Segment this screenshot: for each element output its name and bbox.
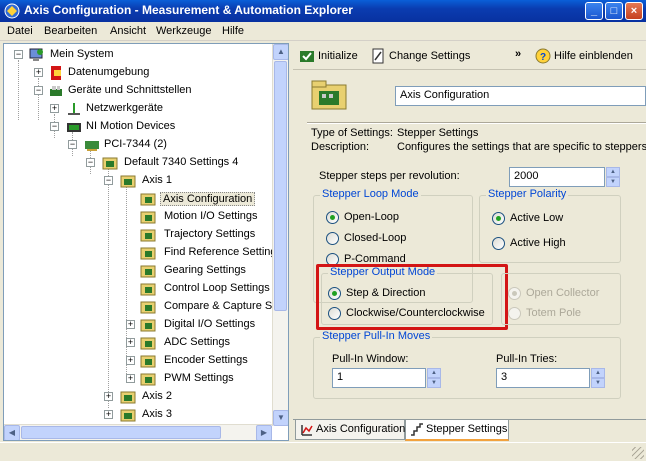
menu-hilfe[interactable]: Hilfe <box>222 25 244 37</box>
scroll-thumb-h[interactable] <box>21 426 221 439</box>
settings-folder-icon <box>102 157 118 170</box>
pullin-tries-label: Pull-In Tries: <box>496 353 558 365</box>
window-title: Axis Configuration - Measurement & Autom… <box>24 3 353 17</box>
help-button[interactable]: ? Hilfe einblenden <box>535 47 645 67</box>
svg-text:?: ? <box>540 52 546 63</box>
config-page-icon <box>140 319 156 332</box>
pullin-window-input[interactable]: 1 <box>332 368 426 388</box>
settings-panel: Initialize Change Settings » ? Hilfe ein… <box>293 43 646 441</box>
menu-datei[interactable]: Datei <box>7 25 33 37</box>
polarity-group: Stepper Polarity Active Low Active High <box>479 188 621 263</box>
settings-content: Axis Configuration Type of Settings: Ste… <box>293 71 646 419</box>
resize-grip-icon[interactable] <box>632 447 644 459</box>
change-settings-icon <box>372 48 384 64</box>
initialize-button[interactable]: Initialize <box>299 47 361 67</box>
scroll-thumb[interactable] <box>274 61 287 311</box>
config-page-icon <box>140 337 156 350</box>
menu-bearbeiten[interactable]: Bearbeiten <box>44 25 97 37</box>
polarity-title: Stepper Polarity <box>486 188 569 200</box>
menu-bar: Datei Bearbeiten Ansicht Werkzeuge Hilfe <box>0 22 646 41</box>
status-bar <box>0 442 646 461</box>
tree-vertical-scrollbar[interactable]: ▲ ▼ <box>272 44 288 426</box>
change-settings-button[interactable]: Change Settings <box>370 47 470 67</box>
config-page-icon <box>140 193 156 206</box>
computer-icon <box>29 48 43 61</box>
divider <box>307 122 646 124</box>
pullin-tries-spinner[interactable]: ▲ ▼ <box>591 368 605 388</box>
config-page-icon <box>140 229 156 242</box>
settings-tabs: Axis Configuration Stepper Settings <box>293 419 646 441</box>
menu-ansicht[interactable]: Ansicht <box>110 25 146 37</box>
tab-axis-configuration[interactable]: Axis Configuration <box>295 420 405 440</box>
devices-icon <box>50 86 62 96</box>
tab-stepper-settings[interactable]: Stepper Settings <box>405 420 509 441</box>
help-icon: ? <box>535 48 551 64</box>
scroll-down-icon[interactable]: ▼ <box>273 410 288 426</box>
network-icon <box>68 103 80 115</box>
scroll-up-icon[interactable]: ▲ <box>273 44 288 60</box>
stepper-tab-icon <box>411 423 423 436</box>
motion-device-icon <box>67 123 81 132</box>
highlight-annotation <box>316 264 508 330</box>
pullin-title: Stepper Pull-In Moves <box>320 330 433 342</box>
toolbar: Initialize Change Settings » ? Hilfe ein… <box>293 43 646 70</box>
steps-spinner[interactable]: ▲ ▼ <box>606 167 620 187</box>
axis-folder-icon <box>120 391 136 404</box>
pullin-window-label: Pull-In Window: <box>332 353 409 365</box>
scroll-right-icon[interactable]: ▶ <box>256 425 272 440</box>
tree-horizontal-scrollbar[interactable]: ◀ ▶ <box>4 424 272 440</box>
app-icon <box>4 3 20 19</box>
minimize-button[interactable]: _ <box>585 2 603 20</box>
description-value: Configures the settings that are specifi… <box>397 141 646 153</box>
config-page-icon <box>140 355 156 368</box>
type-label: Type of Settings: <box>311 127 393 139</box>
axis-configuration-icon <box>311 80 347 110</box>
axis-config-tab-icon <box>301 425 313 436</box>
steps-label: Stepper steps per revolution: <box>319 170 460 182</box>
pullin-group: Stepper Pull-In Moves Pull-In Window: 1 … <box>313 330 621 399</box>
config-page-icon <box>140 265 156 278</box>
pullin-tries-input[interactable]: 3 <box>496 368 590 388</box>
config-page-icon <box>140 247 156 260</box>
config-page-icon <box>140 373 156 386</box>
axis-folder-icon <box>120 409 136 422</box>
loop-mode-title: Stepper Loop Mode <box>320 188 421 200</box>
config-page-icon <box>140 283 156 296</box>
output-drive-group: Open Collector Totem Pole <box>501 273 621 325</box>
close-button[interactable]: × <box>625 2 643 20</box>
configuration-tree[interactable]: − Mein System + Datenumgebung − Geräte u… <box>3 43 289 441</box>
initialize-icon <box>300 51 314 62</box>
data-neighborhood-icon <box>51 66 61 80</box>
toolbar-overflow-icon[interactable]: » <box>515 48 521 60</box>
type-value: Stepper Settings <box>397 127 479 139</box>
pci-card-icon <box>85 141 99 151</box>
steps-input[interactable]: 2000 <box>509 167 605 187</box>
config-name-field[interactable]: Axis Configuration <box>395 86 646 106</box>
config-page-icon <box>140 301 156 314</box>
scroll-left-icon[interactable]: ◀ <box>4 425 20 440</box>
config-page-icon <box>140 211 156 224</box>
pullin-window-spinner[interactable]: ▲ ▼ <box>427 368 441 388</box>
maximize-button[interactable]: □ <box>605 2 623 20</box>
menu-werkzeuge[interactable]: Werkzeuge <box>156 25 211 37</box>
title-bar: Axis Configuration - Measurement & Autom… <box>0 0 646 22</box>
axis-folder-icon <box>120 175 136 188</box>
description-label: Description: <box>311 141 370 153</box>
